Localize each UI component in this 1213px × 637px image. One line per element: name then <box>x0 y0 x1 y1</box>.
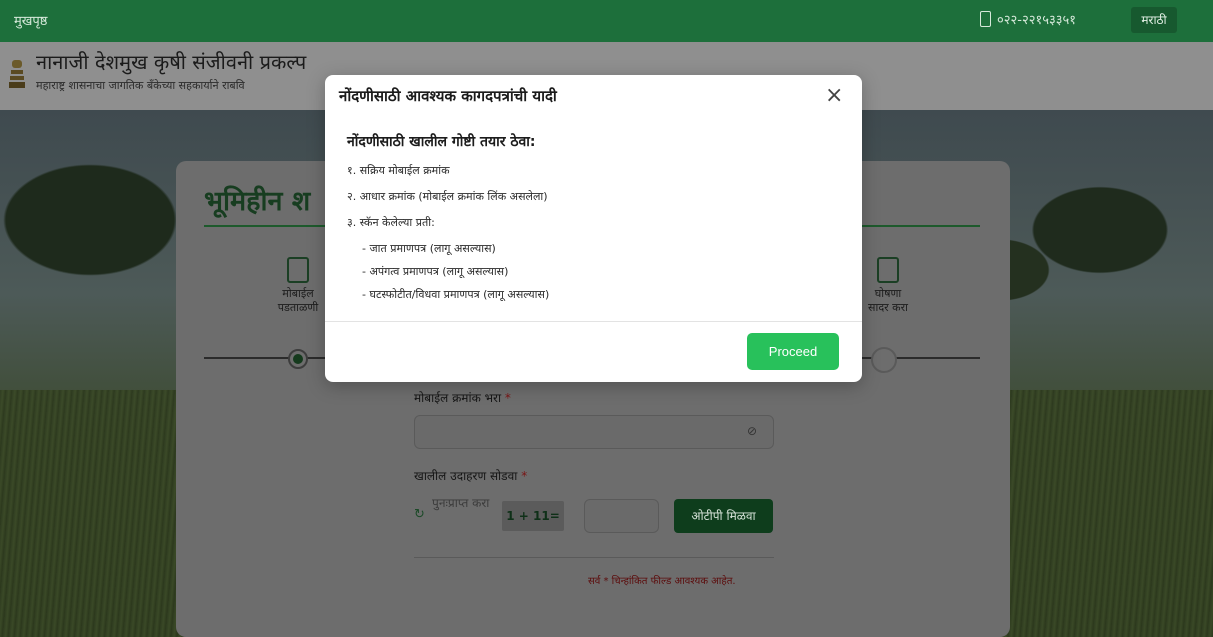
step-dot-inactive <box>871 347 897 373</box>
refresh-icon[interactable]: ↻ <box>414 507 425 522</box>
eye-off-icon[interactable]: ⊘ <box>747 424 761 438</box>
modal-subtitle: नोंदणीसाठी खालील गोष्टी तयार ठेवा: <box>347 134 536 150</box>
required-fields-note: सर्व * चिन्हांकित फील्ड आवश्यक आहेत. <box>588 576 736 587</box>
proceed-button[interactable]: Proceed <box>747 333 839 370</box>
documents-modal: नोंदणीसाठी आवश्यक कागदपत्रांची यादी × नो… <box>325 75 862 382</box>
state-emblem-icon <box>9 60 25 88</box>
mobile-check-icon <box>287 257 309 283</box>
card-title: भूमिहीन श <box>204 186 311 217</box>
get-otp-button[interactable]: ओटीपी मिळवा <box>674 499 773 533</box>
requirement-subitem: - घटस्फोटीत/विधवा प्रमाणपत्र (लागू असल्य… <box>362 288 550 301</box>
step-label-line1: मोबाईल <box>282 287 314 300</box>
step-label-line1: घोषणा <box>874 287 902 300</box>
phone-icon <box>980 11 991 27</box>
step-mobile-verification: मोबाईल पडताळणी <box>268 257 328 315</box>
modal-title: नोंदणीसाठी आवश्यक कागदपत्रांची यादी <box>339 87 557 105</box>
site-title: नानाजी देशमुख कृषी संजीवनी प्रकल्प <box>36 50 307 74</box>
step-declaration: घोषणा सादर करा <box>858 257 918 315</box>
step-label-line2: सादर करा <box>868 301 908 314</box>
requirement-item: २. आधार क्रमांक (मोबाईल क्रमांक लिंक असल… <box>347 190 548 203</box>
language-button[interactable]: मराठी <box>1131 7 1177 33</box>
helpline-number: ०२२-२२१५३३५१ <box>997 13 1077 28</box>
site-subtitle: महाराष्ट्र शासनाचा जागतिक बँकेच्या सहकार… <box>36 79 245 92</box>
mobile-label: मोबाईल क्रमांक भरा * <box>414 391 511 405</box>
resend-link[interactable]: पुनःप्राप्त करा <box>432 495 492 511</box>
helpline: ०२२-२२१५३३५१ <box>980 10 1076 28</box>
divider <box>414 557 774 558</box>
captcha-answer-input[interactable] <box>584 499 659 533</box>
top-bar: मुखपृष्ठ ०२२-२२१५३३५१ मराठी <box>0 0 1213 42</box>
captcha-label: खालील उदाहरण सोडवा * <box>414 469 528 483</box>
step-dot-active <box>288 349 308 369</box>
requirement-item: ३. स्कॅन केलेल्या प्रती: <box>347 216 435 229</box>
requirement-subitem: - जात प्रमाणपत्र (लागू असल्यास) <box>362 242 496 255</box>
requirement-subitem: - अपंगत्व प्रमाणपत्र (लागू असल्यास) <box>362 265 509 278</box>
requirement-item: १. सक्रिय मोबाईल क्रमांक <box>347 164 450 177</box>
captcha-question: 1 + 11= <box>502 501 564 531</box>
mobile-number-input[interactable]: ⊘ <box>414 415 774 449</box>
home-link[interactable]: मुखपृष्ठ <box>14 11 47 29</box>
document-icon <box>877 257 899 283</box>
modal-divider <box>325 321 862 322</box>
close-icon[interactable]: × <box>825 83 843 108</box>
step-label-line2: पडताळणी <box>277 301 319 314</box>
